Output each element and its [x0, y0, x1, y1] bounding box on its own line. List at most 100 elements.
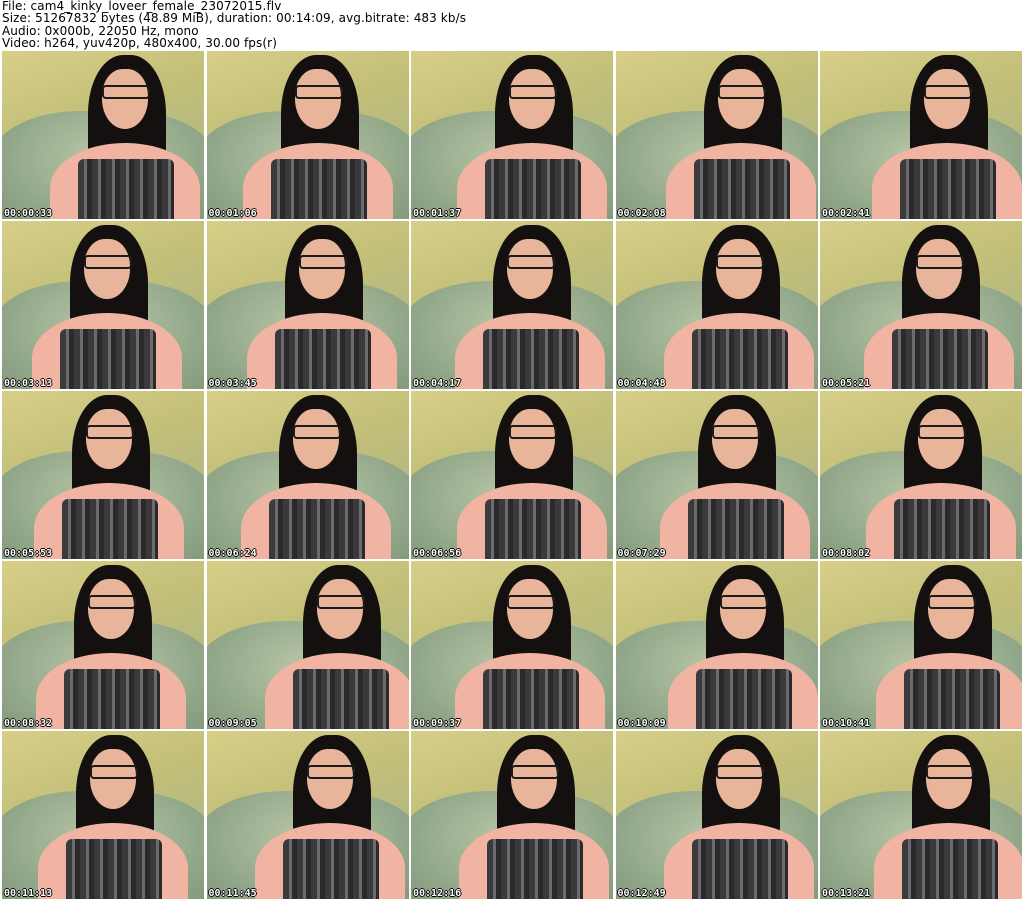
face-shape: [715, 749, 762, 809]
glasses-shape: [928, 595, 976, 609]
thumbnail-grid: 00:00:33 00:01:06 00:01:37 00:02:08 00:02:41…: [2, 51, 1022, 901]
face-shape: [292, 409, 339, 469]
video-thumbnail: 00:12:16: [411, 731, 613, 899]
face-shape: [86, 409, 132, 469]
thumbnail-timestamp: 00:12:49: [617, 888, 666, 899]
face-shape: [509, 409, 555, 469]
glasses-shape: [306, 765, 355, 779]
dress-shape: [695, 669, 792, 729]
thumbnail-timestamp: 00:00:33: [4, 208, 53, 219]
face-shape: [507, 579, 553, 639]
glasses-shape: [507, 595, 555, 609]
glasses-shape: [509, 425, 557, 439]
dress-shape: [270, 159, 367, 219]
dress-shape: [60, 329, 156, 389]
face-shape: [102, 69, 148, 129]
video-thumbnail: 00:02:08: [615, 51, 818, 219]
glasses-shape: [719, 595, 768, 609]
face-shape: [717, 69, 764, 129]
dress-shape: [483, 669, 579, 729]
face-shape: [306, 749, 353, 809]
thumbnail-timestamp: 00:01:06: [208, 208, 257, 219]
video-thumbnail: 00:11:13: [2, 731, 204, 899]
video-thumbnail: 00:04:17: [411, 221, 613, 389]
thumbnail-timestamp: 00:13:21: [822, 888, 871, 899]
glasses-shape: [926, 765, 974, 779]
thumbnail-timestamp: 00:08:32: [4, 718, 53, 729]
face-shape: [316, 579, 363, 639]
thumbnail-timestamp: 00:03:13: [4, 378, 53, 389]
video-thumbnail: 00:12:49: [615, 731, 818, 899]
dress-shape: [282, 839, 379, 899]
dress-shape: [691, 839, 788, 899]
video-thumbnail: 00:01:37: [411, 51, 613, 219]
face-shape: [298, 239, 345, 299]
dress-shape: [902, 839, 998, 899]
thumbnail-timestamp: 00:02:08: [617, 208, 666, 219]
dress-shape: [894, 499, 990, 559]
face-shape: [926, 749, 972, 809]
dress-shape: [78, 159, 174, 219]
video-thumbnail: 00:09:05: [206, 561, 409, 729]
video-thumbnail: 00:05:53: [2, 391, 204, 559]
thumbnail-timestamp: 00:01:37: [413, 208, 462, 219]
video-thumbnail: 00:06:24: [206, 391, 409, 559]
video-thumbnail: 00:06:56: [411, 391, 613, 559]
glasses-shape: [511, 765, 559, 779]
video-thumbnail: 00:10:09: [615, 561, 818, 729]
thumbnail-timestamp: 00:05:53: [4, 548, 53, 559]
face-shape: [90, 749, 136, 809]
face-shape: [294, 69, 341, 129]
glasses-shape: [711, 425, 760, 439]
video-thumbnail: 00:10:41: [820, 561, 1022, 729]
glasses-shape: [918, 425, 966, 439]
dress-shape: [904, 669, 1000, 729]
glasses-shape: [90, 765, 138, 779]
glasses-shape: [715, 765, 764, 779]
face-shape: [916, 239, 962, 299]
glasses-shape: [86, 425, 134, 439]
dress-shape: [693, 159, 790, 219]
thumbnail-timestamp: 00:07:29: [617, 548, 666, 559]
glasses-shape: [916, 255, 964, 269]
face-shape: [918, 409, 964, 469]
file-info-header: File: cam4_kinky_loveer_female_23072015.…: [2, 0, 1022, 50]
face-shape: [715, 239, 762, 299]
face-shape: [924, 69, 970, 129]
video-thumbnail: 00:01:06: [206, 51, 409, 219]
glasses-shape: [294, 85, 343, 99]
thumbnail-timestamp: 00:06:56: [413, 548, 462, 559]
glasses-shape: [507, 255, 555, 269]
face-shape: [719, 579, 766, 639]
video-thumbnail: 00:08:32: [2, 561, 204, 729]
dress-shape: [274, 329, 371, 389]
glasses-shape: [715, 255, 764, 269]
thumbnail-timestamp: 00:08:02: [822, 548, 871, 559]
thumbnail-timestamp: 00:09:37: [413, 718, 462, 729]
face-shape: [84, 239, 130, 299]
dress-shape: [66, 839, 162, 899]
video-thumbnail: 00:11:45: [206, 731, 409, 899]
thumbnail-timestamp: 00:10:09: [617, 718, 666, 729]
dress-shape: [485, 159, 581, 219]
thumbnail-timestamp: 00:04:48: [617, 378, 666, 389]
video-thumbnail: 00:02:41: [820, 51, 1022, 219]
video-thumbnail: 00:07:29: [615, 391, 818, 559]
glasses-shape: [509, 85, 557, 99]
video-thumbnail: 00:03:45: [206, 221, 409, 389]
glasses-shape: [924, 85, 972, 99]
dress-shape: [892, 329, 988, 389]
dress-shape: [268, 499, 365, 559]
dress-shape: [483, 329, 579, 389]
face-shape: [511, 749, 557, 809]
file-size-line: Size: 51267832 bytes (48.89 MiB), durati…: [2, 11, 467, 26]
dress-shape: [64, 669, 160, 729]
thumbnail-timestamp: 00:02:41: [822, 208, 871, 219]
dress-shape: [900, 159, 996, 219]
video-thumbnail: 00:08:02: [820, 391, 1022, 559]
video-thumbnail: 00:13:21: [820, 731, 1022, 899]
face-shape: [928, 579, 974, 639]
thumbnail-timestamp: 00:11:13: [4, 888, 53, 899]
video-thumbnail: 00:04:48: [615, 221, 818, 389]
glasses-shape: [292, 425, 341, 439]
